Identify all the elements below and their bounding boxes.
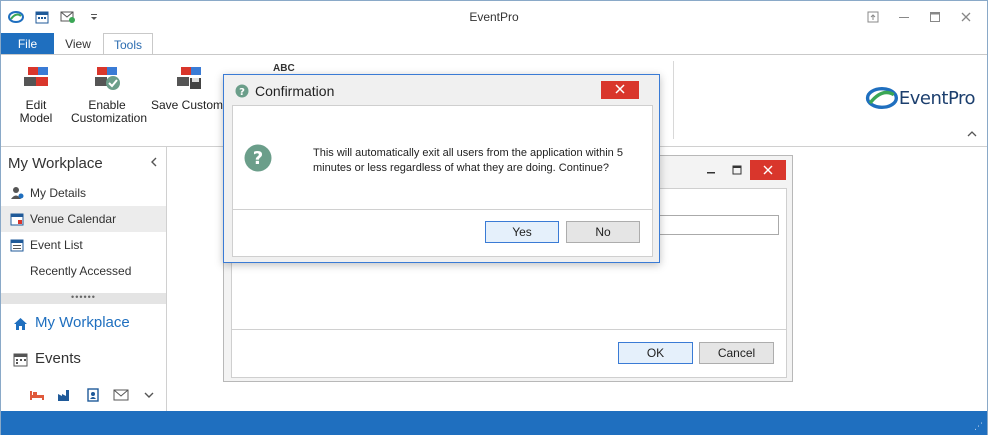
close-icon[interactable] — [950, 5, 981, 29]
home-icon — [14, 318, 27, 330]
ok-button[interactable]: OK — [618, 342, 693, 364]
panel-splitter[interactable]: •••••• — [1, 293, 166, 304]
dialog-close-button[interactable] — [601, 81, 639, 99]
nav-item-recently-accessed[interactable]: Recently Accessed — [1, 258, 166, 284]
tab-file[interactable]: File — [1, 33, 54, 55]
question-icon: ? — [244, 144, 272, 172]
edit-model-label: Edit Model — [19, 98, 53, 125]
maximize-icon[interactable] — [724, 160, 750, 180]
maximize-icon[interactable] — [919, 5, 950, 29]
resize-grip-icon[interactable]: ⋰ — [974, 421, 983, 432]
nav-item-label: Venue Calendar — [30, 212, 117, 226]
navigation-panel: My Workplace My Details Venue Calendar E… — [1, 147, 167, 411]
cancel-button[interactable]: Cancel — [699, 342, 774, 364]
calendar-icon — [10, 213, 24, 226]
contact-book-icon[interactable] — [85, 387, 101, 403]
nav-item-my-details[interactable]: My Details — [1, 180, 166, 206]
divider — [232, 329, 786, 330]
eventpro-logo-icon — [865, 86, 899, 110]
no-button[interactable]: No — [566, 221, 640, 243]
app-window: EventPro File View Tools Edit Model Enab… — [0, 0, 988, 435]
window-title: EventPro — [469, 10, 519, 24]
edit-model-icon — [24, 67, 48, 86]
title-bar: EventPro — [1, 1, 987, 33]
abc-label: ABC — [273, 63, 295, 74]
nav-group-label: My Workplace — [35, 314, 130, 331]
nav-item-event-list[interactable]: Event List — [1, 232, 166, 258]
ribbon-divider — [673, 61, 674, 139]
status-bar: ⋰ — [1, 411, 987, 435]
logo-text: EventPro — [898, 87, 976, 109]
nav-group-label: Events — [35, 350, 81, 367]
divider — [233, 209, 652, 210]
tab-view[interactable]: View — [59, 33, 97, 55]
question-icon: ? — [235, 84, 249, 98]
panel-title: My Workplace — [8, 155, 103, 172]
tab-tools[interactable]: Tools — [103, 33, 153, 56]
user-icon — [11, 187, 24, 199]
panel-bottom-icons — [29, 387, 157, 403]
minimize-icon[interactable] — [698, 160, 724, 180]
list-icon — [10, 239, 24, 252]
window-controls — [857, 5, 981, 29]
ribbon-tabs: File View Tools — [1, 33, 987, 56]
factory-icon[interactable] — [57, 387, 73, 403]
events-calendar-icon — [13, 353, 28, 367]
enable-customization-label-1: Enable — [88, 98, 126, 112]
nav-group-events[interactable]: Events — [1, 344, 166, 374]
nav-group-my-workplace[interactable]: My Workplace — [1, 308, 166, 338]
nav-item-venue-calendar[interactable]: Venue Calendar — [1, 206, 166, 232]
dialog-title: Confirmation — [255, 83, 335, 99]
nav-item-label: My Details — [30, 186, 87, 200]
text-field[interactable] — [651, 215, 779, 235]
nav-item-label: Recently Accessed — [30, 264, 132, 278]
dialog-body: ? This will automatically exit all users… — [232, 105, 653, 257]
svg-text:?: ? — [253, 148, 263, 169]
bed-icon[interactable] — [29, 387, 45, 403]
more-chevron-down-icon[interactable] — [141, 387, 157, 403]
svg-text:?: ? — [239, 87, 245, 98]
collapse-ribbon-icon[interactable] — [967, 129, 977, 141]
enable-customization-icon — [95, 67, 120, 90]
nav-item-label: Event List — [30, 238, 83, 252]
close-icon — [615, 84, 625, 94]
dialog-message: This will automatically exit all users f… — [313, 147, 623, 174]
mail-icon[interactable] — [113, 387, 129, 403]
eventpro-logo: EventPro — [865, 83, 976, 113]
background-dialog-controls — [698, 160, 786, 180]
edit-model-button[interactable]: Edit Model — [9, 63, 63, 125]
save-customization-icon — [177, 67, 201, 89]
enable-customization-button[interactable]: Enable Customization — [71, 63, 147, 125]
save-customization-label: Save Customiza — [151, 98, 227, 112]
yes-button[interactable]: Yes — [485, 221, 559, 243]
minimize-icon[interactable] — [888, 5, 919, 29]
collapse-panel-icon[interactable] — [149, 155, 159, 171]
restore-ribbon-icon[interactable] — [857, 5, 888, 29]
close-icon[interactable] — [750, 160, 786, 180]
enable-customization-label-2: Customization — [71, 111, 148, 125]
save-customization-button[interactable]: Save Customiza — [151, 63, 227, 112]
confirmation-dialog: ? Confirmation ? This will automatically… — [223, 74, 660, 263]
